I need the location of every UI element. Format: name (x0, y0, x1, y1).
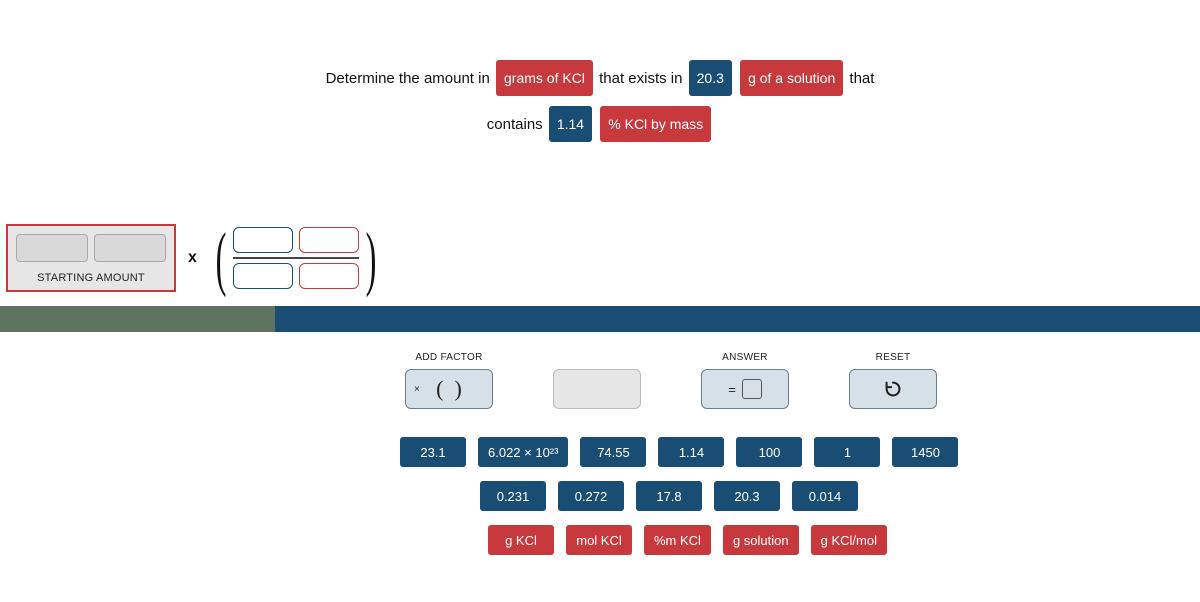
unit-chip[interactable]: mol KCl (566, 525, 632, 555)
chip-row-3: g KCl mol KCl %m KCl g solution g KCl/mo… (400, 525, 1200, 555)
starting-amount-label: STARTING AMOUNT (37, 272, 145, 284)
blank-button[interactable] (553, 369, 641, 409)
denominator-unit-slot[interactable] (299, 263, 359, 289)
value-chip[interactable]: 1450 (892, 437, 958, 467)
prompt-text: that (849, 70, 874, 87)
equals-sign: = (728, 382, 736, 397)
reset-label: RESET (876, 352, 911, 363)
value-chip[interactable]: 17.8 (636, 481, 702, 511)
value-chip[interactable]: 1.14 (658, 437, 724, 467)
blank-label (595, 352, 598, 363)
prompt-text: Determine the amount in (326, 70, 490, 87)
add-factor-x: × (414, 384, 420, 395)
answer-label: ANSWER (722, 352, 768, 363)
undo-icon (882, 378, 904, 400)
fraction-bar (233, 257, 359, 259)
prompt-pill-mass: 20.3 (689, 60, 732, 96)
divider-stripe-left (0, 306, 275, 332)
unit-chip[interactable]: g KCl (488, 525, 554, 555)
unit-chip[interactable]: g solution (723, 525, 799, 555)
prompt-line-1: Determine the amount in grams of KCl tha… (0, 60, 1200, 96)
add-factor-label: ADD FACTOR (415, 352, 482, 363)
prompt-text: contains (487, 116, 543, 133)
prompt-text: that exists in (599, 70, 682, 87)
multiply-symbol: x (188, 249, 197, 267)
value-chip[interactable]: 74.55 (580, 437, 646, 467)
reset-button[interactable] (849, 369, 937, 409)
add-factor-parens: ( ) (436, 376, 462, 402)
reset-col: RESET (849, 352, 937, 409)
prompt-pill-solution: g of a solution (740, 60, 843, 96)
add-factor-button[interactable]: × ( ) (405, 369, 493, 409)
divider-stripe (0, 306, 1200, 332)
numerator-unit-slot[interactable] (299, 227, 359, 253)
panel-area: ADD FACTOR × ( ) ANSWER = RESET (0, 332, 1200, 409)
paren-right: ) (365, 222, 376, 294)
denominator-value-slot[interactable] (233, 263, 293, 289)
chip-row-1: 23.1 6.022 × 10²³ 74.55 1.14 100 1 1450 (400, 437, 1200, 467)
chip-row-2: 0.231 0.272 17.8 20.3 0.014 (400, 481, 1200, 511)
denominator (233, 263, 359, 289)
answer-col: ANSWER = (701, 352, 789, 409)
paren-left: ( (216, 222, 227, 294)
value-chip[interactable]: 0.272 (558, 481, 624, 511)
numerator (233, 227, 359, 253)
starting-amount-value-slot[interactable] (16, 234, 88, 262)
factor-fraction (233, 227, 359, 289)
value-chip[interactable]: 23.1 (400, 437, 466, 467)
factor-group: ( ) (209, 222, 383, 294)
prompt-pill-percent-label: % KCl by mass (600, 106, 711, 142)
value-chip[interactable]: 20.3 (714, 481, 780, 511)
value-chip[interactable]: 100 (736, 437, 802, 467)
blank-col (553, 352, 641, 409)
starting-amount-box[interactable]: STARTING AMOUNT (6, 224, 176, 292)
answer-inner: = (728, 379, 762, 399)
starting-amount-unit-slot[interactable] (94, 234, 166, 262)
unit-chip[interactable]: g KCl/mol (811, 525, 887, 555)
numerator-value-slot[interactable] (233, 227, 293, 253)
equation-row: STARTING AMOUNT x ( ) (0, 222, 1200, 294)
panel-row: ADD FACTOR × ( ) ANSWER = RESET (405, 352, 1200, 409)
add-factor-col: ADD FACTOR × ( ) (405, 352, 493, 409)
answer-box-icon (742, 379, 762, 399)
value-chip[interactable]: 6.022 × 10²³ (478, 437, 568, 467)
value-chip[interactable]: 1 (814, 437, 880, 467)
chips-area: 23.1 6.022 × 10²³ 74.55 1.14 100 1 1450 … (0, 437, 1200, 555)
prompt-line-2: contains 1.14 % KCl by mass (0, 106, 1200, 142)
prompt-pill-percent-value: 1.14 (549, 106, 592, 142)
starting-amount-slots (16, 234, 166, 262)
answer-button[interactable]: = (701, 369, 789, 409)
unit-chip[interactable]: %m KCl (644, 525, 711, 555)
value-chip[interactable]: 0.231 (480, 481, 546, 511)
prompt-pill-target: grams of KCl (496, 60, 593, 96)
value-chip[interactable]: 0.014 (792, 481, 858, 511)
prompt-area: Determine the amount in grams of KCl tha… (0, 0, 1200, 192)
divider-stripe-right (275, 306, 1200, 332)
